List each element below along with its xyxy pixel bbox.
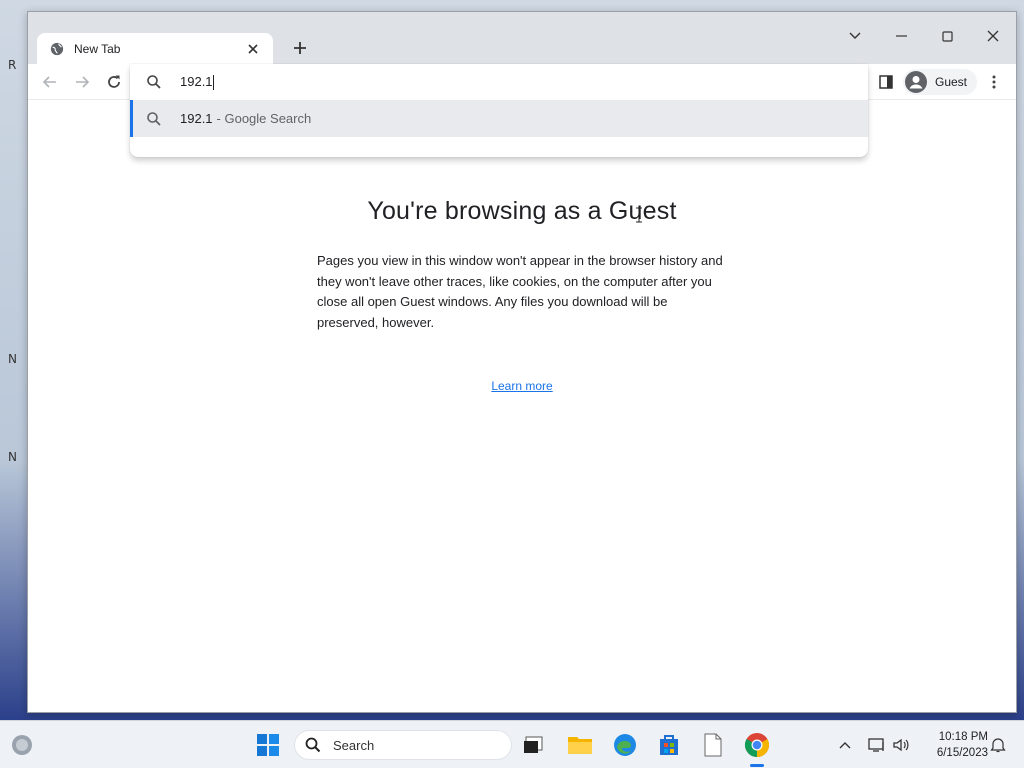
taskbar-search-label: Search bbox=[333, 737, 375, 753]
avatar-icon bbox=[905, 71, 927, 93]
page-description: Pages you view in this window won't appe… bbox=[317, 253, 723, 330]
address-input-value[interactable]: 192.1 bbox=[180, 74, 213, 89]
desktop-icon-fragment: N bbox=[8, 352, 17, 366]
clock-date: 6/15/2023 bbox=[936, 747, 988, 759]
desktop-edge: R N N bbox=[0, 0, 28, 720]
omnibox-suggestion[interactable]: 192.1 - Google Search bbox=[130, 100, 868, 137]
learn-more-label[interactable]: Learn more bbox=[491, 379, 552, 393]
desktop-icon-fragment: R bbox=[8, 58, 17, 72]
profile-label: Guest bbox=[935, 75, 968, 89]
taskbar: Search 10:18 PM 6/15/2023 bbox=[0, 720, 1024, 768]
more-menu-icon[interactable] bbox=[984, 70, 1004, 94]
chevron-up-icon[interactable] bbox=[836, 733, 854, 757]
notepad-icon[interactable] bbox=[699, 731, 727, 759]
taskbar-search[interactable]: Search bbox=[294, 730, 512, 760]
new-tab-button[interactable] bbox=[288, 36, 312, 60]
desktop-icon-fragment: N bbox=[8, 450, 17, 464]
minimize-button[interactable] bbox=[878, 24, 924, 48]
close-tab-icon[interactable] bbox=[245, 41, 261, 57]
search-icon bbox=[305, 737, 321, 753]
edge-icon[interactable] bbox=[611, 731, 639, 759]
forward-button[interactable] bbox=[70, 70, 94, 94]
suggestion-text: 192.1 bbox=[180, 111, 213, 126]
profile-button[interactable]: Guest bbox=[903, 69, 977, 95]
omnibox-dropdown: 192.1 192.1 - Google Search bbox=[130, 64, 868, 157]
task-view-icon[interactable] bbox=[520, 731, 548, 759]
text-cursor-icon bbox=[636, 207, 642, 223]
network-icon[interactable] bbox=[866, 733, 888, 757]
browser-window: New Tab Guest You're browsing as a Guest… bbox=[27, 11, 1017, 713]
tab-strip: New Tab bbox=[28, 12, 1016, 64]
maximize-button[interactable] bbox=[924, 24, 970, 48]
globe-icon bbox=[49, 41, 65, 57]
tab-new-tab[interactable]: New Tab bbox=[37, 33, 273, 64]
file-explorer-icon[interactable] bbox=[566, 731, 594, 759]
tab-search-icon[interactable] bbox=[832, 24, 878, 48]
omnibox[interactable]: 192.1 bbox=[130, 64, 868, 100]
start-icon[interactable] bbox=[254, 731, 282, 759]
volume-icon[interactable] bbox=[890, 733, 912, 757]
active-app-indicator bbox=[750, 764, 764, 767]
notification-icon[interactable] bbox=[988, 733, 1008, 757]
search-icon bbox=[147, 75, 161, 89]
side-panel-icon[interactable] bbox=[874, 70, 898, 94]
search-icon bbox=[147, 111, 161, 126]
clock-time: 10:18 PM bbox=[938, 731, 988, 743]
text-caret bbox=[212, 75, 214, 91]
reload-button[interactable] bbox=[102, 70, 126, 94]
widgets-icon[interactable] bbox=[8, 731, 36, 759]
store-icon[interactable] bbox=[655, 731, 683, 759]
tab-title: New Tab bbox=[74, 41, 121, 56]
chrome-icon[interactable] bbox=[743, 731, 771, 759]
page-title: You're browsing as a Guest bbox=[367, 197, 677, 225]
suggestion-description: - Google Search bbox=[216, 111, 312, 126]
learn-more-link[interactable]: Learn more bbox=[28, 379, 1016, 393]
taskbar-clock[interactable]: 10:18 PM 6/15/2023 bbox=[918, 729, 988, 761]
back-button[interactable] bbox=[38, 70, 62, 94]
close-window-button[interactable] bbox=[970, 24, 1016, 48]
address-input[interactable]: 192.1 bbox=[180, 74, 780, 91]
guest-page: You're browsing as a Guest Pages you vie… bbox=[28, 101, 1016, 713]
